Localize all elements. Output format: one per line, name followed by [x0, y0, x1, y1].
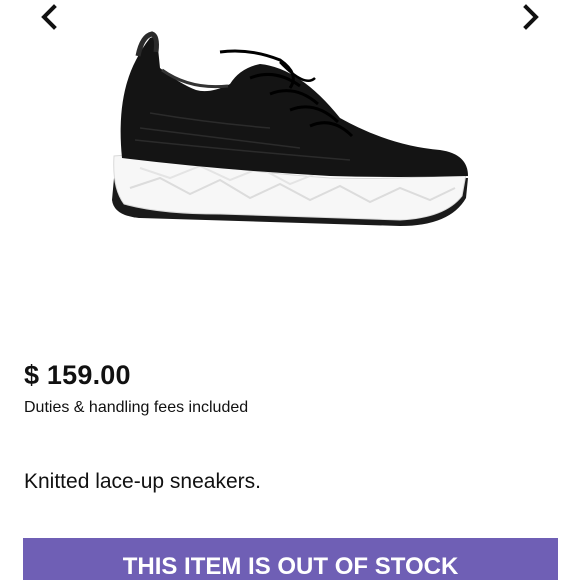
next-image-button[interactable] — [516, 2, 546, 32]
product-description: Knitted lace-up sneakers. — [24, 470, 261, 493]
previous-image-button[interactable] — [34, 2, 64, 32]
chevron-left-icon — [41, 4, 57, 30]
out-of-stock-button[interactable]: THIS ITEM IS OUT OF STOCK — [23, 538, 558, 580]
duties-note: Duties & handling fees included — [24, 399, 249, 416]
product-price: $ 159.00 — [24, 360, 131, 390]
out-of-stock-label: THIS ITEM IS OUT OF STOCK — [122, 553, 459, 580]
product-image[interactable] — [100, 28, 480, 238]
chevron-right-icon — [523, 4, 539, 30]
sneaker-image — [112, 31, 468, 226]
product-page: $ 159.00 Duties & handling fees included… — [0, 0, 580, 580]
